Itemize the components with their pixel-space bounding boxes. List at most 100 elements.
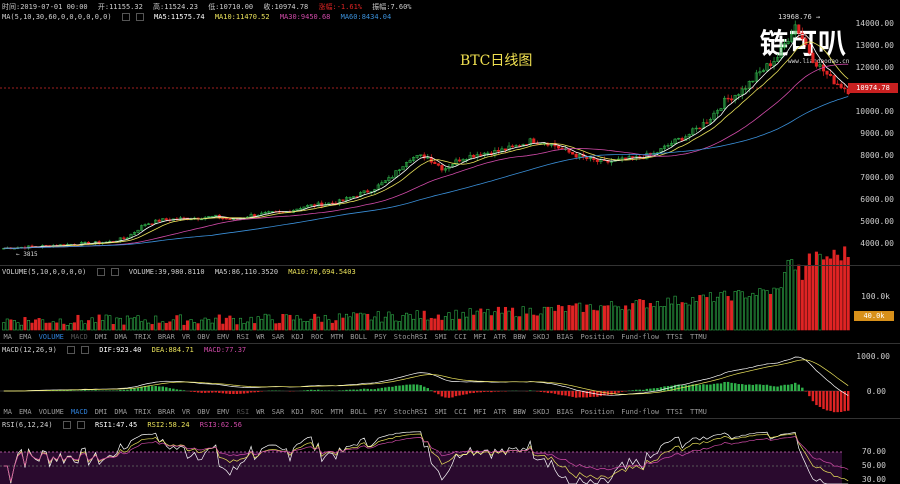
volume-bar	[472, 314, 476, 331]
volume-bar	[168, 321, 172, 331]
indicator-tab-mtm[interactable]: MTM	[331, 333, 344, 341]
indicator-tab-kdj[interactable]: KDJ	[291, 408, 304, 416]
volume-bar	[811, 265, 815, 331]
indicator-tab-rsi[interactable]: RSI	[237, 333, 250, 341]
macd-bar	[702, 384, 705, 391]
indicator-tab-brar[interactable]: BRAR	[158, 333, 175, 341]
indicator-tab-ttmu[interactable]: TTMU	[690, 408, 707, 416]
macd-bar	[203, 391, 207, 393]
close-icon[interactable]	[110, 268, 119, 276]
indicator-tab-dma[interactable]: DMA	[114, 333, 127, 341]
indicator-tab-mfi[interactable]: MFI	[474, 408, 487, 416]
indicator-tab-bbw[interactable]: BBW	[513, 408, 526, 416]
indicator-tab-ema[interactable]: EMA	[19, 333, 32, 341]
macd-bar	[783, 384, 786, 391]
indicator-tab-sar[interactable]: SAR	[272, 408, 285, 416]
indicator-tab-cci[interactable]: CCI	[454, 408, 467, 416]
indicator-tab-ttsi[interactable]: TTSI	[666, 333, 683, 341]
indicator-tab-sar[interactable]: SAR	[272, 333, 285, 341]
volume-bar	[373, 316, 377, 331]
indicator-tab-wr[interactable]: WR	[256, 333, 264, 341]
indicator-tab-trix[interactable]: TRIX	[134, 408, 151, 416]
indicator-tab-bias[interactable]: BIAS	[557, 333, 574, 341]
indicator-tab-skdj[interactable]: SKDJ	[533, 333, 550, 341]
indicator-tab-boll[interactable]: BOLL	[350, 408, 367, 416]
volume-bar	[118, 317, 122, 331]
indicator-tab-emv[interactable]: EMV	[217, 408, 230, 416]
settings-icon[interactable]	[62, 421, 71, 429]
indicator-tab-smi[interactable]: SMI	[434, 408, 447, 416]
price-axis-tick: 12000.00	[855, 62, 894, 72]
indicator-tab-dmi[interactable]: DMI	[95, 408, 108, 416]
macd-bar	[454, 391, 458, 397]
candle-body	[705, 122, 709, 124]
indicator-tab-dma[interactable]: DMA	[114, 408, 127, 416]
indicator-tab-atr[interactable]: ATR	[493, 333, 506, 341]
indicator-tab-psy[interactable]: PSY	[374, 333, 387, 341]
close-icon[interactable]	[76, 421, 85, 429]
macd-bar	[87, 390, 90, 391]
indicator-tab-stochrsi[interactable]: StochRSI	[394, 333, 428, 341]
indicator-tab-roc[interactable]: ROC	[311, 333, 324, 341]
candle-body	[768, 63, 773, 67]
indicator-tab-brar[interactable]: BRAR	[158, 408, 175, 416]
indicator-tab-rsi[interactable]: RSI	[237, 408, 250, 416]
indicator-tab-ttsi[interactable]: TTSI	[666, 408, 683, 416]
indicator-tab-trix[interactable]: TRIX	[134, 333, 151, 341]
indicator-tab-kdj[interactable]: KDJ	[291, 333, 304, 341]
indicator-tab-volume[interactable]: VOLUME	[39, 333, 64, 341]
volume-bar	[256, 316, 260, 331]
indicator-tab-skdj[interactable]: SKDJ	[533, 408, 550, 416]
candle-body	[228, 218, 232, 220]
indicator-tab-vr[interactable]: VR	[182, 333, 190, 341]
indicator-tab-psy[interactable]: PSY	[374, 408, 387, 416]
indicator-tab-position[interactable]: Position	[580, 333, 614, 341]
indicator-tab-ttmu[interactable]: TTMU	[690, 333, 707, 341]
indicator-tab-bbw[interactable]: BBW	[513, 333, 526, 341]
indicator-tab-bar-1: MA EMA VOLUME MACD DMI DMA TRIX BRAR VR OBV EMV RSI…	[0, 333, 842, 343]
macd-dea: DEA:884.71	[151, 346, 194, 354]
indicator-tab-smi[interactable]: SMI	[434, 333, 447, 341]
indicator-tab-fund-flow[interactable]: Fund-flow	[621, 333, 659, 341]
close-icon[interactable]	[81, 346, 90, 354]
macd-bar	[461, 391, 465, 395]
indicator-tab-bias[interactable]: BIAS	[557, 408, 574, 416]
indicator-tab-cci[interactable]: CCI	[454, 333, 467, 341]
indicator-tab-boll[interactable]: BOLL	[350, 333, 367, 341]
indicator-tab-obv[interactable]: OBV	[197, 333, 210, 341]
macd-bar	[613, 391, 617, 394]
indicator-tab-mfi[interactable]: MFI	[474, 333, 487, 341]
indicator-tab-wr[interactable]: WR	[256, 408, 264, 416]
candle-body	[556, 145, 561, 149]
settings-icon[interactable]	[96, 268, 105, 276]
macd-bar	[698, 384, 702, 391]
indicator-tab-ma[interactable]: MA	[4, 333, 12, 341]
rsi-separator	[0, 418, 900, 419]
indicator-tab-obv[interactable]: OBV	[197, 408, 210, 416]
indicator-tab-dmi[interactable]: DMI	[95, 333, 108, 341]
indicator-tab-ema[interactable]: EMA	[19, 408, 32, 416]
indicator-tab-vr[interactable]: VR	[182, 408, 190, 416]
indicator-tab-emv[interactable]: EMV	[217, 333, 230, 341]
indicator-tab-stochrsi[interactable]: StochRSI	[394, 408, 428, 416]
indicator-tab-macd[interactable]: MACD	[71, 333, 88, 341]
volume-bar	[599, 305, 603, 331]
price-axis-tick: 13000.00	[855, 40, 894, 50]
volume-bar	[662, 306, 667, 331]
indicator-tab-volume[interactable]: VOLUME	[39, 408, 64, 416]
settings-icon[interactable]	[67, 346, 76, 354]
candle-body	[832, 75, 836, 85]
volume-bar	[182, 324, 186, 331]
candles-group	[2, 20, 850, 250]
indicator-tab-roc[interactable]: ROC	[311, 408, 324, 416]
rsi1-value: RSI1:47.45	[95, 421, 138, 429]
indicator-tab-fund-flow[interactable]: Fund-flow	[621, 408, 659, 416]
indicator-tab-position[interactable]: Position	[580, 408, 614, 416]
candle-body	[560, 147, 564, 150]
indicator-tab-mtm[interactable]: MTM	[331, 408, 344, 416]
macd-bar	[744, 384, 748, 391]
indicator-tab-atr[interactable]: ATR	[493, 408, 506, 416]
volume-bar	[217, 314, 221, 331]
indicator-tab-macd[interactable]: MACD	[71, 408, 88, 416]
indicator-tab-ma[interactable]: MA	[4, 408, 12, 416]
